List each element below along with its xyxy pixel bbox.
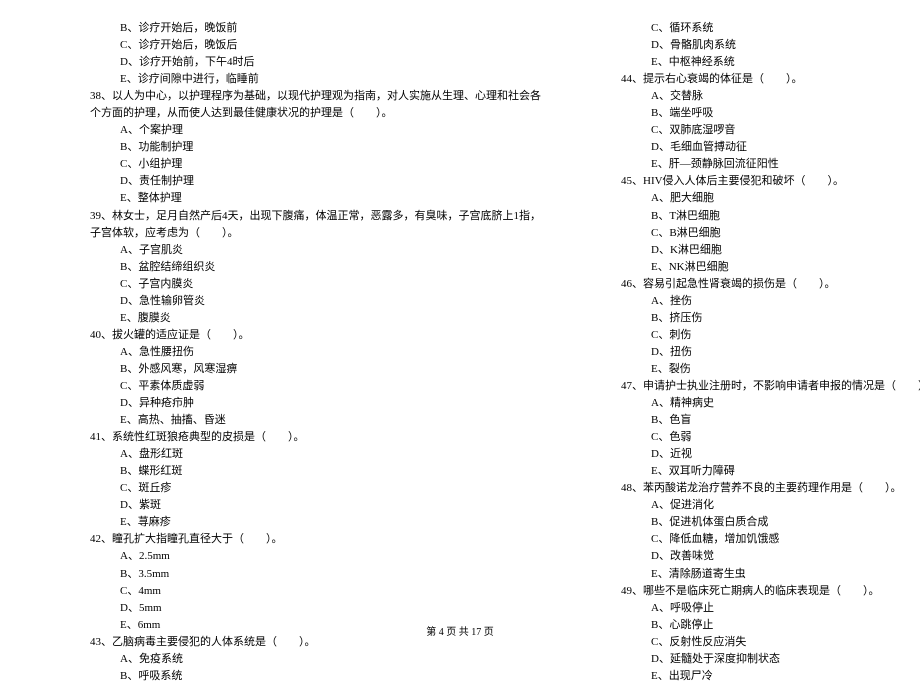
- option-line: C、4mm: [90, 583, 541, 600]
- option-line: D、近视: [621, 446, 920, 463]
- option-line: E、双耳听力障碍: [621, 463, 920, 480]
- option-line: A、交替脉: [621, 88, 920, 105]
- option-line: D、5mm: [90, 600, 541, 617]
- option-line: A、免疫系统: [90, 651, 541, 668]
- option-line: A、肥大细胞: [621, 190, 920, 207]
- option-line: E、诊疗间隙中进行，临睡前: [90, 71, 541, 88]
- option-line: C、子宫内膜炎: [90, 276, 541, 293]
- option-line: C、循环系统: [621, 20, 920, 37]
- option-line: C、双肺底湿啰音: [621, 122, 920, 139]
- option-line: D、毛细血管搏动征: [621, 139, 920, 156]
- option-line: B、促进机体蛋白质合成: [621, 514, 920, 531]
- option-line: B、T淋巴细胞: [621, 208, 920, 225]
- option-line: E、高热、抽搐、昏迷: [90, 412, 541, 429]
- option-line: A、呼吸停止: [621, 600, 920, 617]
- option-line: D、责任制护理: [90, 173, 541, 190]
- option-line: D、K淋巴细胞: [621, 242, 920, 259]
- question-line: 45、HIV侵入人体后主要侵犯和破坏（ ）。: [621, 173, 920, 190]
- option-line: C、诊疗开始后，晚饭后: [90, 37, 541, 54]
- question-line: 44、提示右心衰竭的体征是（ ）。: [621, 71, 920, 88]
- option-line: C、降低血糖，增加饥饿感: [621, 531, 920, 548]
- option-line: E、肝—颈静脉回流征阳性: [621, 156, 920, 173]
- option-line: D、诊疗开始前，下午4时后: [90, 54, 541, 71]
- option-line: E、NK淋巴细胞: [621, 259, 920, 276]
- option-line: A、促进消化: [621, 497, 920, 514]
- page-footer: 第 4 页 共 17 页: [0, 623, 920, 638]
- option-line: A、盘形红斑: [90, 446, 541, 463]
- left-column: B、诊疗开始后，晚饭前C、诊疗开始后，晚饭后D、诊疗开始前，下午4时后E、诊疗间…: [90, 20, 541, 685]
- option-line: D、延髓处于深度抑制状态: [621, 651, 920, 668]
- option-line: B、蝶形红斑: [90, 463, 541, 480]
- option-line: A、个案护理: [90, 122, 541, 139]
- question-line: 子宫体软，应考虑为（ ）。: [90, 225, 541, 242]
- option-line: C、色弱: [621, 429, 920, 446]
- question-line: 40、拔火罐的适应证是（ ）。: [90, 327, 541, 344]
- option-line: D、改善味觉: [621, 548, 920, 565]
- question-line: 46、容易引起急性肾衰竭的损伤是（ ）。: [621, 276, 920, 293]
- question-line: 47、申请护士执业注册时，不影响申请者申报的情况是（ ）。: [621, 378, 920, 395]
- option-line: E、出现尸冷: [621, 668, 920, 685]
- option-line: D、扭伤: [621, 344, 920, 361]
- option-line: B、色盲: [621, 412, 920, 429]
- option-line: B、盆腔结缔组织炎: [90, 259, 541, 276]
- question-line: 个方面的护理，从而使人达到最佳健康状况的护理是（ ）。: [90, 105, 541, 122]
- option-line: E、腹膜炎: [90, 310, 541, 327]
- exam-page: B、诊疗开始后，晚饭前C、诊疗开始后，晚饭后D、诊疗开始前，下午4时后E、诊疗间…: [0, 0, 920, 685]
- option-line: C、小组护理: [90, 156, 541, 173]
- option-line: D、紫斑: [90, 497, 541, 514]
- question-line: 39、林女士，足月自然产后4天，出现下腹痛，体温正常，恶露多，有臭味，子宫底脐上…: [90, 208, 541, 225]
- option-line: A、急性腰扭伤: [90, 344, 541, 361]
- question-line: 48、苯丙酸诺龙治疗营养不良的主要药理作用是（ ）。: [621, 480, 920, 497]
- option-line: E、中枢神经系统: [621, 54, 920, 71]
- option-line: B、挤压伤: [621, 310, 920, 327]
- option-line: B、功能制护理: [90, 139, 541, 156]
- option-line: E、荨麻疹: [90, 514, 541, 531]
- option-line: A、挫伤: [621, 293, 920, 310]
- option-line: A、2.5mm: [90, 548, 541, 565]
- question-line: 42、瞳孔扩大指瞳孔直径大于（ ）。: [90, 531, 541, 548]
- option-line: D、骨骼肌肉系统: [621, 37, 920, 54]
- question-line: 41、系统性红斑狼疮典型的皮损是（ ）。: [90, 429, 541, 446]
- option-line: D、异种疮疖肿: [90, 395, 541, 412]
- option-line: E、整体护理: [90, 190, 541, 207]
- question-line: 38、以人为中心，以护理程序为基础，以现代护理观为指南，对人实施从生理、心理和社…: [90, 88, 541, 105]
- option-line: A、精神病史: [621, 395, 920, 412]
- option-line: C、斑丘疹: [90, 480, 541, 497]
- question-line: 49、哪些不是临床死亡期病人的临床表现是（ ）。: [621, 583, 920, 600]
- option-line: B、3.5mm: [90, 566, 541, 583]
- option-line: B、端坐呼吸: [621, 105, 920, 122]
- option-line: C、平素体质虚弱: [90, 378, 541, 395]
- option-line: B、外感风寒，风寒湿痹: [90, 361, 541, 378]
- option-line: B、诊疗开始后，晚饭前: [90, 20, 541, 37]
- option-line: B、呼吸系统: [90, 668, 541, 685]
- option-line: A、子宫肌炎: [90, 242, 541, 259]
- right-column: C、循环系统D、骨骼肌肉系统E、中枢神经系统44、提示右心衰竭的体征是（ ）。A…: [621, 20, 920, 685]
- option-line: C、刺伤: [621, 327, 920, 344]
- option-line: E、清除肠道寄生虫: [621, 566, 920, 583]
- option-line: E、裂伤: [621, 361, 920, 378]
- option-line: D、急性输卵管炎: [90, 293, 541, 310]
- option-line: C、B淋巴细胞: [621, 225, 920, 242]
